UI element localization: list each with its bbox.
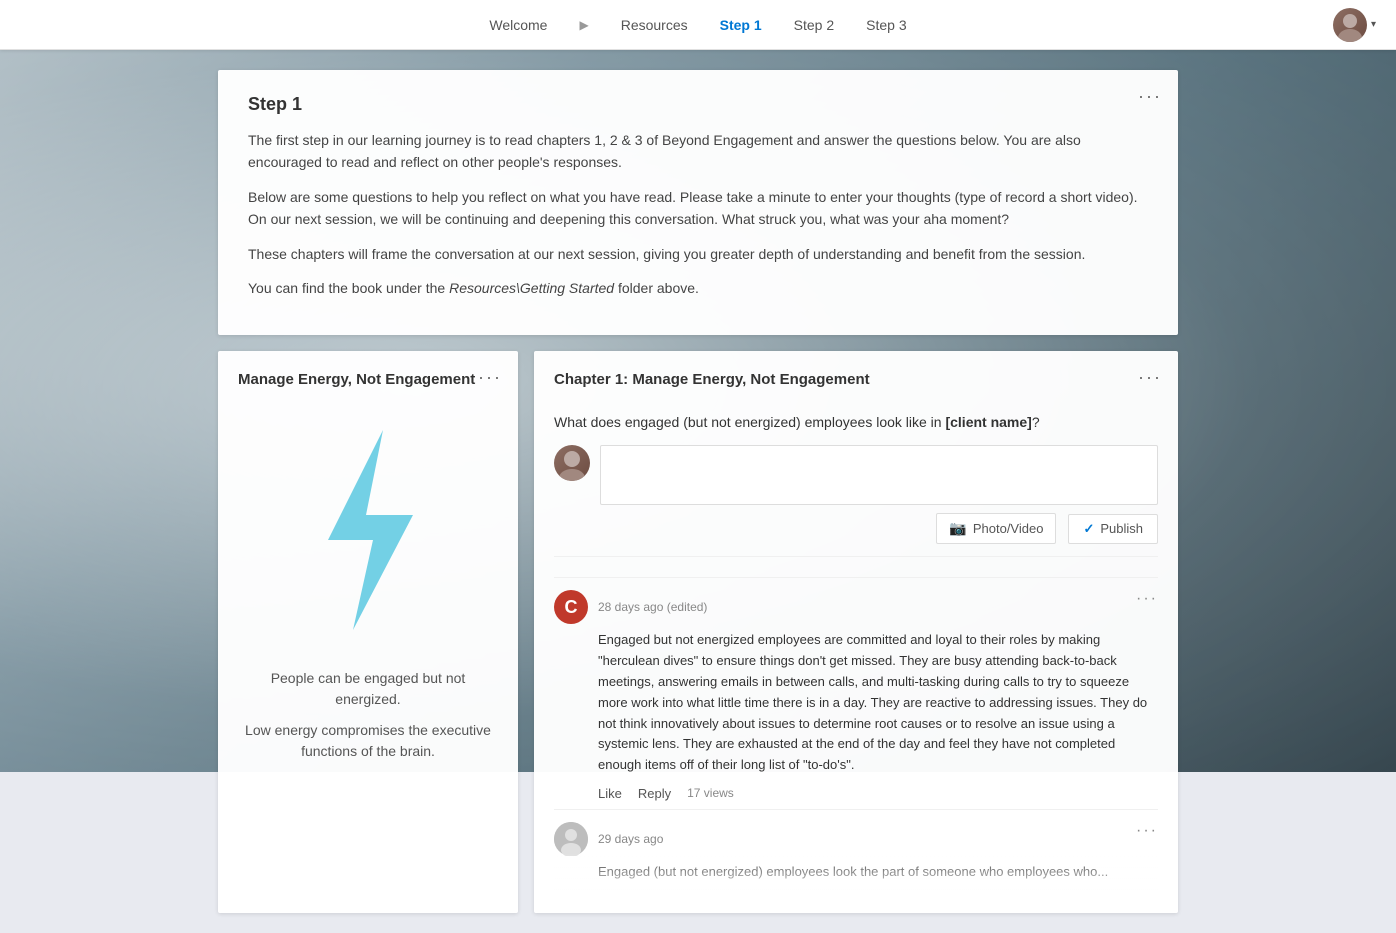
comment-action-bar: 📷 Photo/Video ✓ Publish [554,513,1158,557]
current-user-avatar [554,445,590,481]
chapter-title: Chapter 1: Manage Energy, Not Engagement [554,371,870,388]
publish-label: Publish [1100,521,1143,536]
avatar-image [1333,8,1367,42]
step-card-menu-icon[interactable]: ··· [1138,86,1162,107]
nav-items: Welcome ▶ Resources Step 1 Step 2 Step 3 [489,17,906,33]
avatar-caret-icon: ▾ [1371,19,1376,30]
comment-1-meta: C 28 days ago (edited) ··· [554,590,1158,624]
manage-energy-caption-2: Low energy compromises the executive fun… [238,720,498,762]
step-book-path: Resources\Getting Started [449,280,614,296]
comment-input-row [554,445,1158,505]
comment-1-actions: Like Reply 17 views [554,786,1158,801]
lightning-bolt-icon [288,420,448,640]
nav-step2[interactable]: Step 2 [794,17,834,33]
main-content: ··· Step 1 The first step in our learnin… [198,70,1198,933]
comment-1-views: 17 views [687,786,734,800]
comment-1-timestamp: 28 days ago (edited) [598,600,707,614]
comment-1-avatar: C [554,590,588,624]
chapter-card: Chapter 1: Manage Energy, Not Engagement… [534,351,1178,912]
nav-resources[interactable]: Resources [621,17,688,33]
cards-row: Manage Energy, Not Engagement ··· People… [218,351,1178,912]
camera-icon: 📷 [949,520,966,537]
manage-energy-menu-icon[interactable]: ··· [478,367,502,388]
comment-fade-overlay [554,853,1158,893]
nav-step1[interactable]: Step 1 [720,17,762,33]
user-avatar-nav[interactable]: ▾ [1333,8,1376,42]
comment-1-reply-button[interactable]: Reply [638,786,671,801]
manage-energy-card: Manage Energy, Not Engagement ··· People… [218,351,518,912]
step-para-2: Below are some questions to help you ref… [248,186,1148,231]
lightning-icon-container [238,400,498,660]
step-para-1: The first step in our learning journey i… [248,129,1148,174]
chapter-card-menu-icon[interactable]: ··· [1138,367,1162,388]
comment-2: 29 days ago ··· Engaged (but not energiz… [554,809,1158,893]
comment-2-menu-icon[interactable]: ··· [1136,822,1158,840]
question-client-highlight: [client name] [945,414,1031,430]
nav-separator-1: ▶ [579,18,588,32]
step-para-4: You can find the book under the Resource… [248,277,1148,299]
step-title: Step 1 [248,94,1148,115]
photo-video-label: Photo/Video [973,521,1044,536]
step-para-3: These chapters will frame the conversati… [248,243,1148,265]
nav-welcome[interactable]: Welcome [489,17,547,33]
check-icon: ✓ [1083,521,1094,537]
comment-2-meta: 29 days ago ··· [554,822,1158,856]
comment-1-like-button[interactable]: Like [598,786,622,801]
manage-energy-header: Manage Energy, Not Engagement ··· [238,371,498,388]
comment-1-menu-icon[interactable]: ··· [1136,590,1158,608]
comment-2-timestamp: 29 days ago [598,832,663,846]
chapter-card-header: Chapter 1: Manage Energy, Not Engagement… [554,371,1158,400]
comment-2-avatar [554,822,588,856]
chapter-question: What does engaged (but not energized) em… [554,412,1158,433]
publish-button[interactable]: ✓ Publish [1068,514,1158,544]
comment-text-input[interactable] [600,445,1158,505]
top-navigation: Welcome ▶ Resources Step 1 Step 2 Step 3… [0,0,1396,50]
manage-energy-title: Manage Energy, Not Engagement [238,371,475,388]
comment-1-body: Engaged but not energized employees are … [554,630,1158,776]
manage-energy-caption-1: People can be engaged but not energized. [238,668,498,710]
step-description-card: ··· Step 1 The first step in our learnin… [218,70,1178,335]
comment-1: C 28 days ago (edited) ··· Engaged but n… [554,577,1158,805]
photo-video-button[interactable]: 📷 Photo/Video [936,513,1056,544]
nav-step3[interactable]: Step 3 [866,17,906,33]
